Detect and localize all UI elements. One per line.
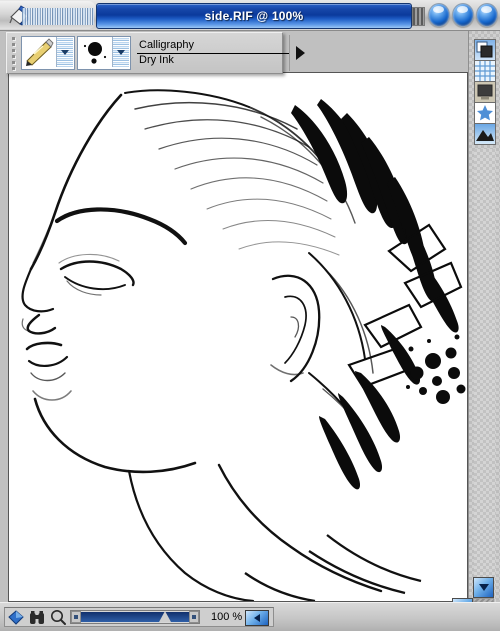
close-button[interactable] <box>476 3 498 27</box>
palette-screen-icon[interactable] <box>474 81 496 103</box>
brush-category-label[interactable]: Calligraphy <box>137 39 289 54</box>
zoom-slider-left-end[interactable] <box>71 611 81 623</box>
zoom-slider-thumb[interactable] <box>158 611 171 622</box>
zoom-level-label: 100 % <box>211 611 243 623</box>
window-title: side.RIF @ 100% <box>96 3 412 29</box>
artwork-female-profile <box>9 73 467 601</box>
chevron-down-icon <box>478 584 489 591</box>
statusbar-tools: 100 % <box>4 607 274 627</box>
palette-drag-grip[interactable] <box>7 34 19 72</box>
brush-labels: Calligraphy Dry Ink <box>137 35 289 71</box>
titlebar-ribbed-grip <box>22 8 94 25</box>
window-statusbar: 100 % <box>0 602 500 631</box>
palette-grid-icon[interactable] <box>474 60 496 82</box>
chevron-down-icon <box>117 49 125 55</box>
window-title-text: side.RIF @ 100% <box>204 9 304 23</box>
brush-variant-label[interactable]: Dry Ink <box>137 54 289 67</box>
right-palette-strip <box>468 31 500 604</box>
palette-image-icon[interactable] <box>474 123 496 145</box>
palette-star-icon[interactable] <box>474 102 496 124</box>
brush-category-swatch[interactable] <box>21 36 75 70</box>
brush-selector-palette[interactable]: Calligraphy Dry Ink <box>6 32 305 74</box>
vertical-scrollbar-track[interactable] <box>474 149 496 604</box>
zoom-slider-track[interactable] <box>81 611 189 622</box>
variant-dropdown-arrow[interactable] <box>112 37 129 67</box>
scroll-down-button[interactable] <box>473 577 494 598</box>
brush-variant-swatch[interactable] <box>77 36 131 70</box>
category-dropdown-arrow[interactable] <box>56 37 73 67</box>
round-dab-icon <box>78 37 112 67</box>
zoom-button[interactable] <box>452 3 474 27</box>
statusbar-back-button[interactable] <box>245 610 269 626</box>
magnifier-icon[interactable] <box>49 609 67 626</box>
window-titlebar[interactable]: side.RIF @ 100% <box>0 0 500 31</box>
binoculars-icon[interactable] <box>28 609 46 626</box>
window-controls <box>428 2 498 28</box>
drawing-canvas[interactable] <box>8 72 468 602</box>
titlebar-grip <box>412 7 425 26</box>
triangle-right-icon <box>295 46 305 60</box>
zoom-slider[interactable] <box>70 610 200 624</box>
calligraphy-pen-icon <box>22 37 56 67</box>
painter-window: side.RIF @ 100% Calligraphy Dry Ink 100 … <box>0 0 500 631</box>
palette-layers-icon[interactable] <box>474 39 496 61</box>
chevron-left-icon <box>254 614 260 622</box>
chevron-down-icon <box>61 49 69 55</box>
minimize-button[interactable] <box>428 3 450 27</box>
palette-expand-button[interactable] <box>289 35 310 71</box>
color-diamond-icon[interactable] <box>7 609 25 626</box>
zoom-slider-right-end[interactable] <box>189 611 199 623</box>
